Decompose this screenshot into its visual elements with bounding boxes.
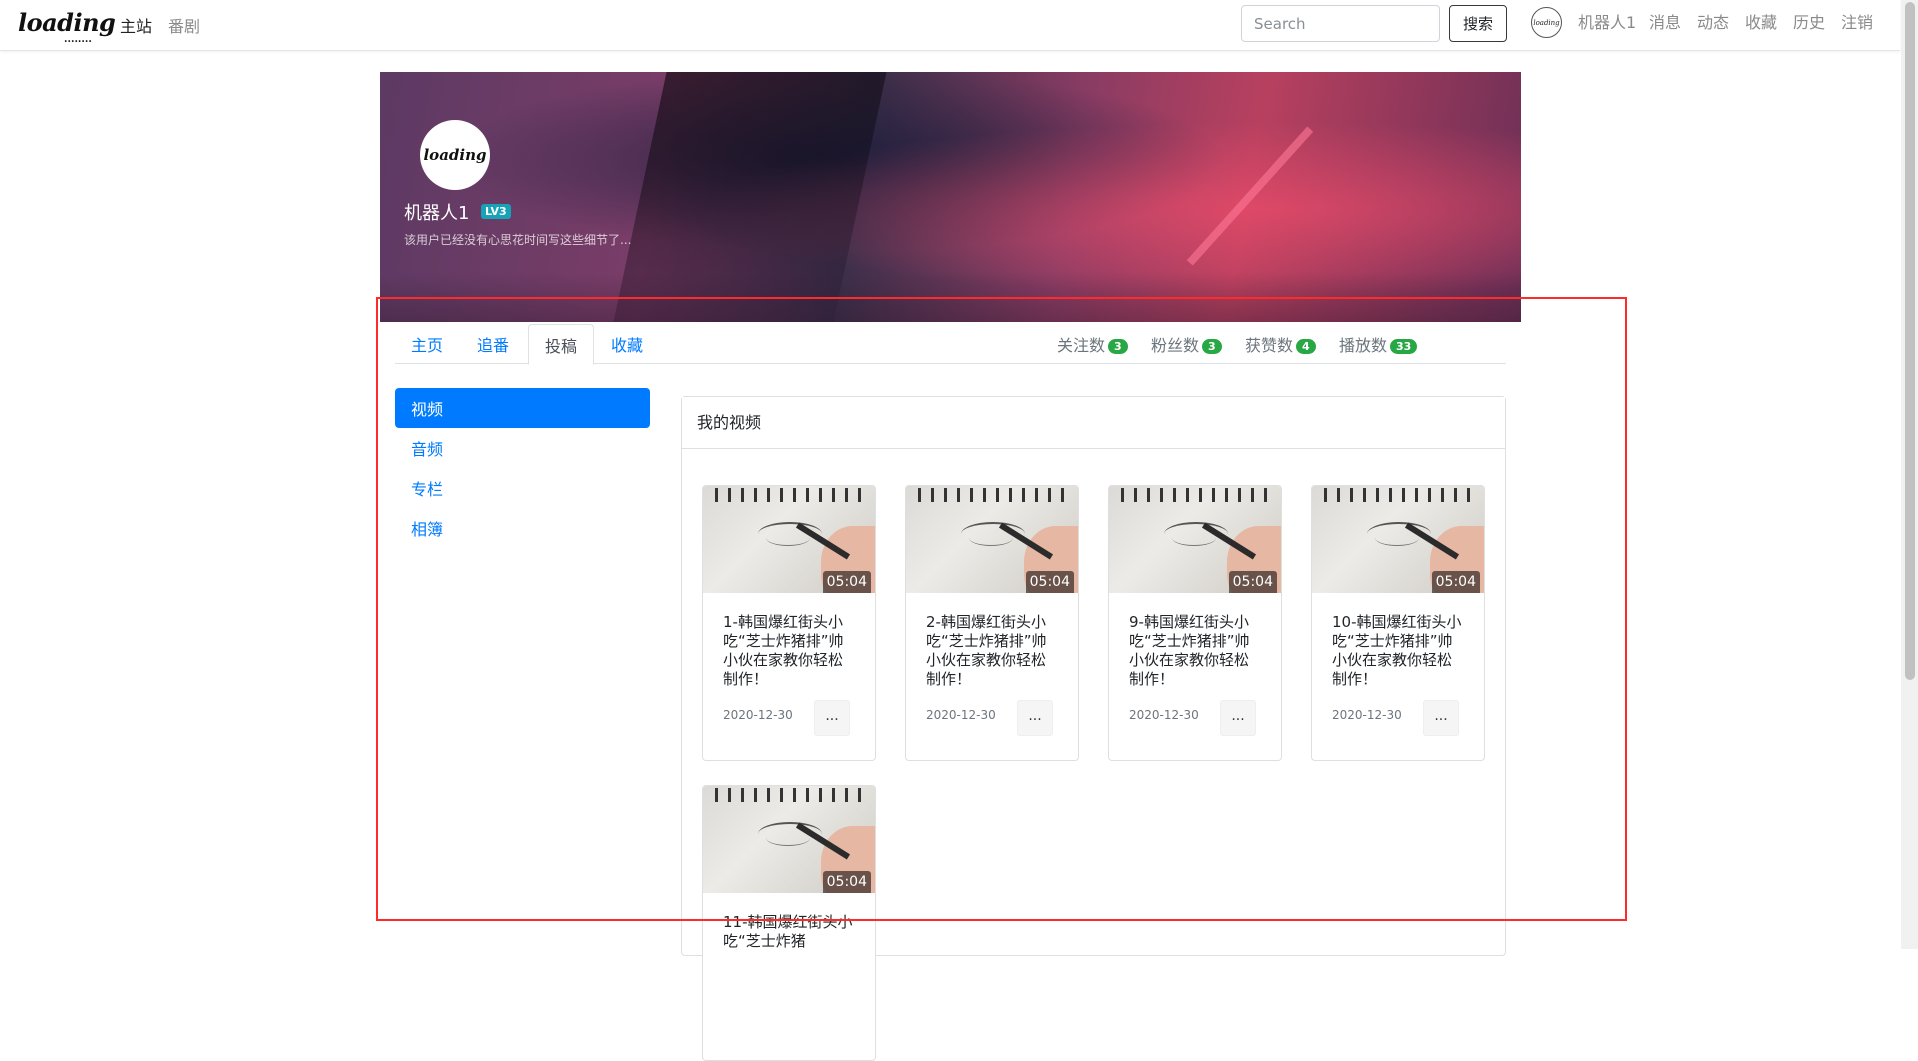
video-duration: 05:04 xyxy=(822,871,871,893)
video-title[interactable]: 1-韩国爆红街头小吃“芝士炸猪排”帅小伙在家教你轻松制作！ xyxy=(723,613,857,689)
video-more-button[interactable]: ... xyxy=(1423,700,1459,736)
side-item-column[interactable]: 专栏 xyxy=(395,468,650,508)
tab-home[interactable]: 主页 xyxy=(395,324,459,364)
profile-bio: 该用户已经没有心思花时间写这些细节了... xyxy=(404,233,632,247)
user-link-favorites[interactable]: 收藏 xyxy=(1745,9,1777,33)
search-button[interactable]: 搜索 xyxy=(1449,5,1507,42)
video-card[interactable]: 05:04 1-韩国爆红街头小吃“芝士炸猪排”帅小伙在家教你轻松制作！ 2020… xyxy=(702,485,876,761)
nav-link-anime[interactable]: 番剧 xyxy=(168,13,200,37)
user-link-activity[interactable]: 动态 xyxy=(1697,9,1729,33)
stat-following: 关注数 3 xyxy=(1057,332,1128,356)
video-title[interactable]: 11-韩国爆红街头小吃“芝士炸猪 xyxy=(723,913,857,951)
my-videos-panel: 我的视频 05:04 1-韩国爆红街头小吃“芝士炸猪排”帅小伙在家教你轻松制作！… xyxy=(681,396,1506,1061)
video-duration: 05:04 xyxy=(1025,571,1074,593)
banner-guitar-neck xyxy=(1186,126,1314,266)
user-link-username[interactable]: 机器人1 xyxy=(1578,9,1636,33)
side-item-album[interactable]: 相簿 xyxy=(395,508,650,548)
video-thumbnail[interactable]: 05:04 xyxy=(703,486,875,593)
page-scrollbar[interactable] xyxy=(1901,0,1918,949)
panel-title: 我的视频 xyxy=(682,397,1505,449)
stat-plays-count: 33 xyxy=(1390,339,1418,354)
banner-shade xyxy=(380,272,1521,322)
notebook-spiral xyxy=(1121,488,1271,502)
scrollbar-thumb[interactable] xyxy=(1905,2,1915,680)
profile-avatar[interactable]: loading xyxy=(420,120,490,190)
site-logo[interactable]: loading ........ xyxy=(18,8,116,45)
profile-name: 机器人1 xyxy=(404,203,470,224)
profile-tabs: 主页 追番 投稿 收藏 关注数 3 粉丝数 3 获赞数 4 播放数 33 xyxy=(395,324,1506,365)
video-duration: 05:04 xyxy=(1431,571,1480,593)
user-link-logout[interactable]: 注销 xyxy=(1841,9,1873,33)
video-more-button[interactable]: ... xyxy=(1220,700,1256,736)
video-title[interactable]: 10-韩国爆红街头小吃“芝士炸猪排”帅小伙在家教你轻松制作！ xyxy=(1332,613,1466,689)
nav-link-main[interactable]: 主站 xyxy=(120,13,152,37)
video-date: 2020-12-30 xyxy=(926,708,996,722)
video-thumbnail[interactable]: 05:04 xyxy=(1109,486,1281,593)
user-link-messages[interactable]: 消息 xyxy=(1649,9,1681,33)
video-thumbnail[interactable]: 05:04 xyxy=(906,486,1078,593)
notebook-spiral xyxy=(715,788,865,802)
stat-likes-count: 4 xyxy=(1296,339,1316,354)
notebook-spiral xyxy=(1324,488,1474,502)
stat-followers-count: 3 xyxy=(1202,339,1222,354)
profile-banner: loading 机器人1 LV3 该用户已经没有心思花时间写这些细节了... xyxy=(380,72,1521,322)
tab-following-anime[interactable]: 追番 xyxy=(461,324,525,364)
top-navbar: loading ........ 主站 番剧 搜索 loading 机器人1 消… xyxy=(0,0,1900,51)
video-thumbnail[interactable]: 05:04 xyxy=(1312,486,1484,593)
video-date: 2020-12-30 xyxy=(1129,708,1199,722)
side-item-video[interactable]: 视频 xyxy=(395,388,650,428)
video-more-button[interactable]: ... xyxy=(1017,700,1053,736)
side-item-audio[interactable]: 音频 xyxy=(395,428,650,468)
video-card[interactable]: 05:04 11-韩国爆红街头小吃“芝士炸猪 xyxy=(702,785,876,1061)
video-date: 2020-12-30 xyxy=(723,708,793,722)
video-card[interactable]: 05:04 9-韩国爆红街头小吃“芝士炸猪排”帅小伙在家教你轻松制作！ 2020… xyxy=(1108,485,1282,761)
level-badge: LV3 xyxy=(481,204,511,219)
video-card[interactable]: 05:04 10-韩国爆红街头小吃“芝士炸猪排”帅小伙在家教你轻松制作！ 202… xyxy=(1311,485,1485,761)
search-input[interactable] xyxy=(1241,5,1440,42)
stat-likes: 获赞数 4 xyxy=(1245,332,1316,356)
video-date: 2020-12-30 xyxy=(1332,708,1402,722)
user-link-history[interactable]: 历史 xyxy=(1793,9,1825,33)
stat-plays: 播放数 33 xyxy=(1339,332,1418,356)
tab-favorites[interactable]: 收藏 xyxy=(595,324,659,364)
video-more-button[interactable]: ... xyxy=(814,700,850,736)
video-title[interactable]: 9-韩国爆红街头小吃“芝士炸猪排”帅小伙在家教你轻松制作！ xyxy=(1129,613,1263,689)
video-card[interactable]: 05:04 2-韩国爆红街头小吃“芝士炸猪排”帅小伙在家教你轻松制作！ 2020… xyxy=(905,485,1079,761)
video-thumbnail[interactable]: 05:04 xyxy=(703,786,875,893)
video-duration: 05:04 xyxy=(1228,571,1277,593)
notebook-spiral xyxy=(715,488,865,502)
stat-following-count: 3 xyxy=(1108,339,1128,354)
tab-submissions[interactable]: 投稿 xyxy=(528,324,595,365)
notebook-spiral xyxy=(918,488,1068,502)
video-duration: 05:04 xyxy=(822,571,871,593)
video-title[interactable]: 2-韩国爆红街头小吃“芝士炸猪排”帅小伙在家教你轻松制作！ xyxy=(926,613,1060,689)
user-avatar[interactable]: loading xyxy=(1531,7,1562,38)
stat-followers: 粉丝数 3 xyxy=(1151,332,1222,356)
